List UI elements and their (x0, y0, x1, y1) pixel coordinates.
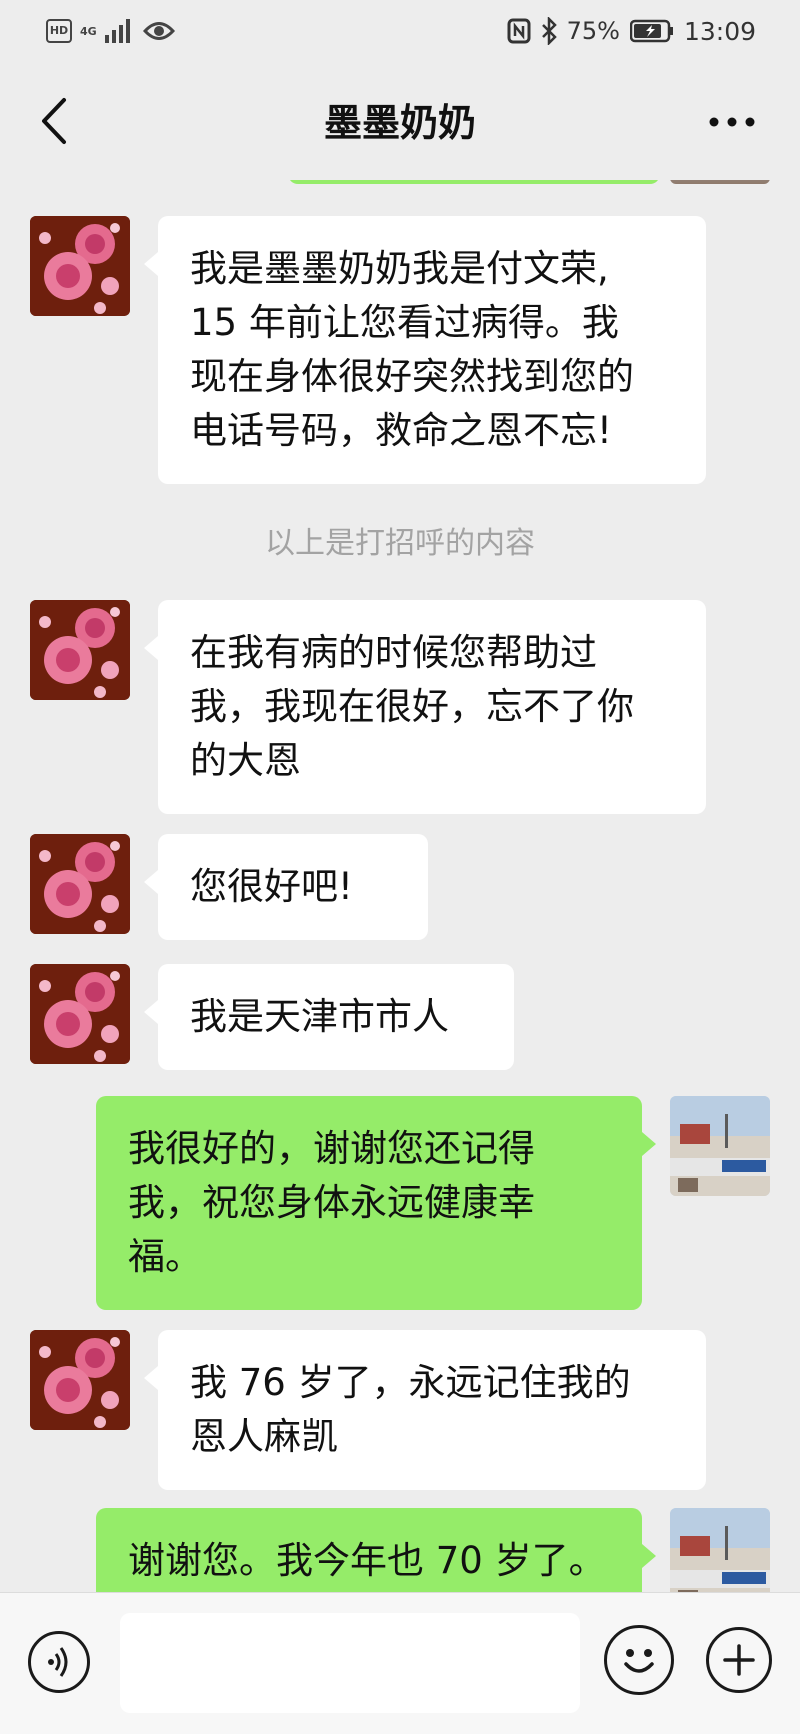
message-line: 电话号码，救命之恩不忘! (190, 409, 612, 452)
message-bubble-incoming[interactable]: 在我有病的时候您帮助过 我，我现在很好，忘不了你 的大恩 (144, 600, 706, 814)
signal-icon (104, 19, 130, 43)
status-bar: HD 4G 75% 13:09 (0, 0, 800, 62)
bluetooth-icon (541, 17, 557, 45)
chat-messages[interactable]: 我是墨墨奶奶我是付文荣, 15 年前让您看过病得。我 现在身体很好突然找到您的 … (0, 180, 800, 1592)
message-bubble-incoming[interactable]: 我是墨墨奶奶我是付文荣, 15 年前让您看过病得。我 现在身体很好突然找到您的 … (144, 216, 706, 484)
battery-icon (629, 19, 673, 43)
message-bubble-outgoing[interactable]: 我很好的，谢谢您还记得 我，祝您身体永远健康幸 福。 (96, 1096, 656, 1310)
own-avatar-fragment (670, 180, 770, 184)
voice-icon (48, 1647, 68, 1677)
rose-avatar-image (30, 964, 130, 1064)
rose-avatar-image (30, 216, 130, 316)
previous-message-fragment (288, 180, 660, 184)
building-avatar-image (670, 1508, 770, 1592)
system-note: 以上是打招呼的内容 (265, 526, 535, 561)
eye-icon (142, 22, 175, 40)
plus-icon (723, 1644, 755, 1676)
contact-avatar[interactable] (30, 834, 130, 934)
status-right: 75% 13:09 (507, 14, 756, 48)
network-label: 4G (80, 24, 97, 38)
message-input[interactable] (120, 1613, 580, 1713)
hd-badge: HD (46, 19, 72, 43)
contact-avatar[interactable] (30, 600, 130, 700)
own-avatar[interactable] (670, 1508, 770, 1592)
message-bubble-outgoing[interactable]: 谢谢您。我今年也 70 岁了。 (96, 1508, 656, 1592)
battery-percent: 75% (566, 17, 620, 45)
message-line: 15 年前让您看过病得。我 (190, 301, 619, 344)
message-line: 您很好吧! (190, 865, 353, 908)
emoji-button[interactable] (604, 1625, 674, 1695)
emoji-icon (624, 1649, 654, 1673)
voice-button[interactable] (28, 1631, 90, 1693)
status-left: HD 4G (46, 14, 175, 48)
more-icon[interactable] (708, 116, 756, 128)
status-time: 13:09 (683, 16, 756, 46)
message-line: 我，祝您身体永远健康幸 (128, 1181, 535, 1224)
message-bubble-incoming[interactable]: 我 76 岁了，永远记住我的 恩人麻凯 (144, 1330, 706, 1490)
message-line: 我 76 岁了，永远记住我的 (190, 1361, 631, 1404)
title-bar: 墨墨奶奶 (0, 62, 800, 180)
rose-avatar-image (30, 1330, 130, 1430)
nfc-icon (507, 18, 531, 44)
chat-title: 墨墨奶奶 (323, 101, 476, 145)
message-line: 我很好的，谢谢您还记得 (128, 1127, 535, 1170)
contact-avatar[interactable] (30, 216, 130, 316)
message-line: 现在身体很好突然找到您的 (190, 355, 634, 398)
message-line: 的大恩 (190, 739, 301, 782)
rose-avatar-image (30, 600, 130, 700)
plus-button[interactable] (706, 1627, 772, 1693)
building-avatar-image (670, 1096, 770, 1196)
message-bubble-incoming[interactable]: 您很好吧! (144, 834, 428, 940)
message-line: 在我有病的时候您帮助过 (190, 631, 597, 674)
input-bar (0, 1592, 800, 1734)
message-line: 谢谢您。我今年也 70 岁了。 (128, 1539, 606, 1582)
rose-avatar-image (30, 834, 130, 934)
contact-avatar[interactable] (30, 964, 130, 1064)
own-avatar[interactable] (670, 1096, 770, 1196)
message-line: 福。 (128, 1235, 202, 1278)
message-bubble-incoming[interactable]: 我是天津市市人 (144, 964, 514, 1070)
message-line: 我是墨墨奶奶我是付文荣, (190, 247, 609, 290)
message-line: 我，我现在很好，忘不了你 (190, 685, 634, 728)
contact-avatar[interactable] (30, 1330, 130, 1430)
message-line: 恩人麻凯 (190, 1415, 338, 1458)
message-line: 我是天津市市人 (190, 995, 449, 1038)
